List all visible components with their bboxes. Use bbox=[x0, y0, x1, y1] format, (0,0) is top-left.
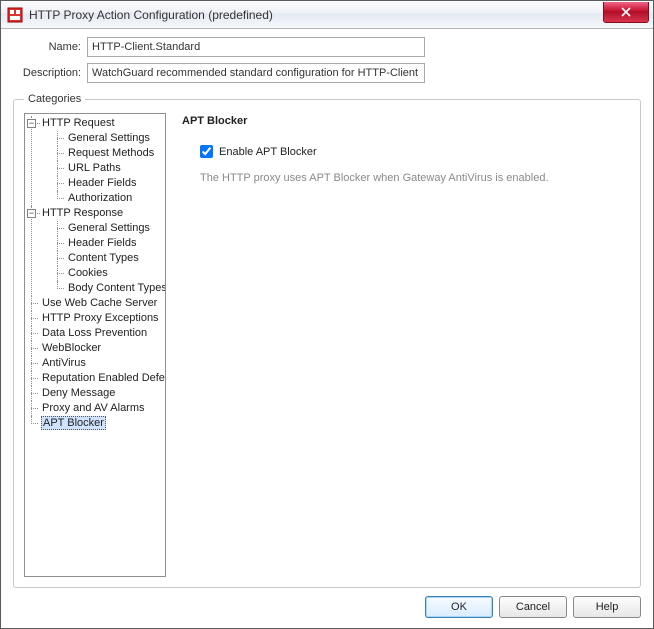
tree-node-webblocker[interactable]: WebBlocker bbox=[27, 341, 165, 356]
tree-node-http-request[interactable]: − HTTP Request General Settings Request … bbox=[27, 116, 165, 206]
panel-info-text: The HTTP proxy uses APT Blocker when Gat… bbox=[200, 172, 624, 184]
cancel-button[interactable]: Cancel bbox=[499, 596, 567, 618]
tree-node-content-types[interactable]: Content Types bbox=[53, 251, 165, 266]
name-row: Name: bbox=[13, 37, 641, 57]
tree-node-url-paths[interactable]: URL Paths bbox=[53, 161, 165, 176]
enable-apt-checkbox[interactable] bbox=[200, 145, 213, 158]
collapse-icon[interactable]: − bbox=[27, 119, 36, 128]
settings-panel: APT Blocker Enable APT Blocker The HTTP … bbox=[176, 113, 630, 577]
ok-button[interactable]: OK bbox=[425, 596, 493, 618]
app-icon bbox=[7, 7, 23, 23]
category-tree-panel[interactable]: − HTTP Request General Settings Request … bbox=[24, 113, 166, 577]
tree-node-antivirus[interactable]: AntiVirus bbox=[27, 356, 165, 371]
tree-node-header-fields-res[interactable]: Header Fields bbox=[53, 236, 165, 251]
tree-node-request-methods[interactable]: Request Methods bbox=[53, 146, 165, 161]
description-field[interactable] bbox=[87, 63, 425, 83]
tree-node-dlp[interactable]: Data Loss Prevention bbox=[27, 326, 165, 341]
categories-wrap: Categories − HTTP Request General Settin… bbox=[13, 93, 641, 588]
tree-node-proxy-exceptions[interactable]: HTTP Proxy Exceptions bbox=[27, 311, 165, 326]
tree-node-deny-message[interactable]: Deny Message bbox=[27, 386, 165, 401]
collapse-icon[interactable]: − bbox=[27, 209, 36, 218]
description-row: Description: bbox=[13, 63, 641, 83]
category-tree: − HTTP Request General Settings Request … bbox=[27, 116, 165, 431]
tree-node-apt-blocker[interactable]: APT Blocker bbox=[27, 416, 165, 431]
categories-legend: Categories bbox=[24, 93, 85, 105]
tree-node-general-settings[interactable]: General Settings bbox=[53, 131, 165, 146]
name-label: Name: bbox=[13, 41, 87, 53]
title-bar: HTTP Proxy Action Configuration (predefi… bbox=[1, 1, 653, 29]
tree-node-body-content-types[interactable]: Body Content Types bbox=[53, 281, 165, 296]
enable-apt-label[interactable]: Enable APT Blocker bbox=[219, 146, 317, 158]
tree-node-general-settings-res[interactable]: General Settings bbox=[53, 221, 165, 236]
enable-apt-row: Enable APT Blocker bbox=[200, 145, 624, 158]
tree-node-web-cache[interactable]: Use Web Cache Server bbox=[27, 296, 165, 311]
name-field[interactable] bbox=[87, 37, 425, 57]
tree-node-cookies[interactable]: Cookies bbox=[53, 266, 165, 281]
tree-node-header-fields-req[interactable]: Header Fields bbox=[53, 176, 165, 191]
description-label: Description: bbox=[13, 67, 87, 79]
dialog-button-row: OK Cancel Help bbox=[13, 596, 641, 618]
tree-node-reputation[interactable]: Reputation Enabled Defense bbox=[27, 371, 165, 386]
tree-node-proxy-alarms[interactable]: Proxy and AV Alarms bbox=[27, 401, 165, 416]
dialog-window: HTTP Proxy Action Configuration (predefi… bbox=[0, 0, 654, 629]
client-area: Name: Description: Categories − HTTP Req… bbox=[1, 29, 653, 628]
window-title: HTTP Proxy Action Configuration (predefi… bbox=[29, 8, 603, 22]
panel-heading: APT Blocker bbox=[182, 115, 624, 127]
help-button[interactable]: Help bbox=[573, 596, 641, 618]
close-button[interactable] bbox=[603, 2, 649, 23]
tree-node-authorization[interactable]: Authorization bbox=[53, 191, 165, 206]
categories-fieldset: Categories − HTTP Request General Settin… bbox=[13, 93, 641, 588]
tree-node-http-response[interactable]: − HTTP Response General Settings Header … bbox=[27, 206, 165, 296]
